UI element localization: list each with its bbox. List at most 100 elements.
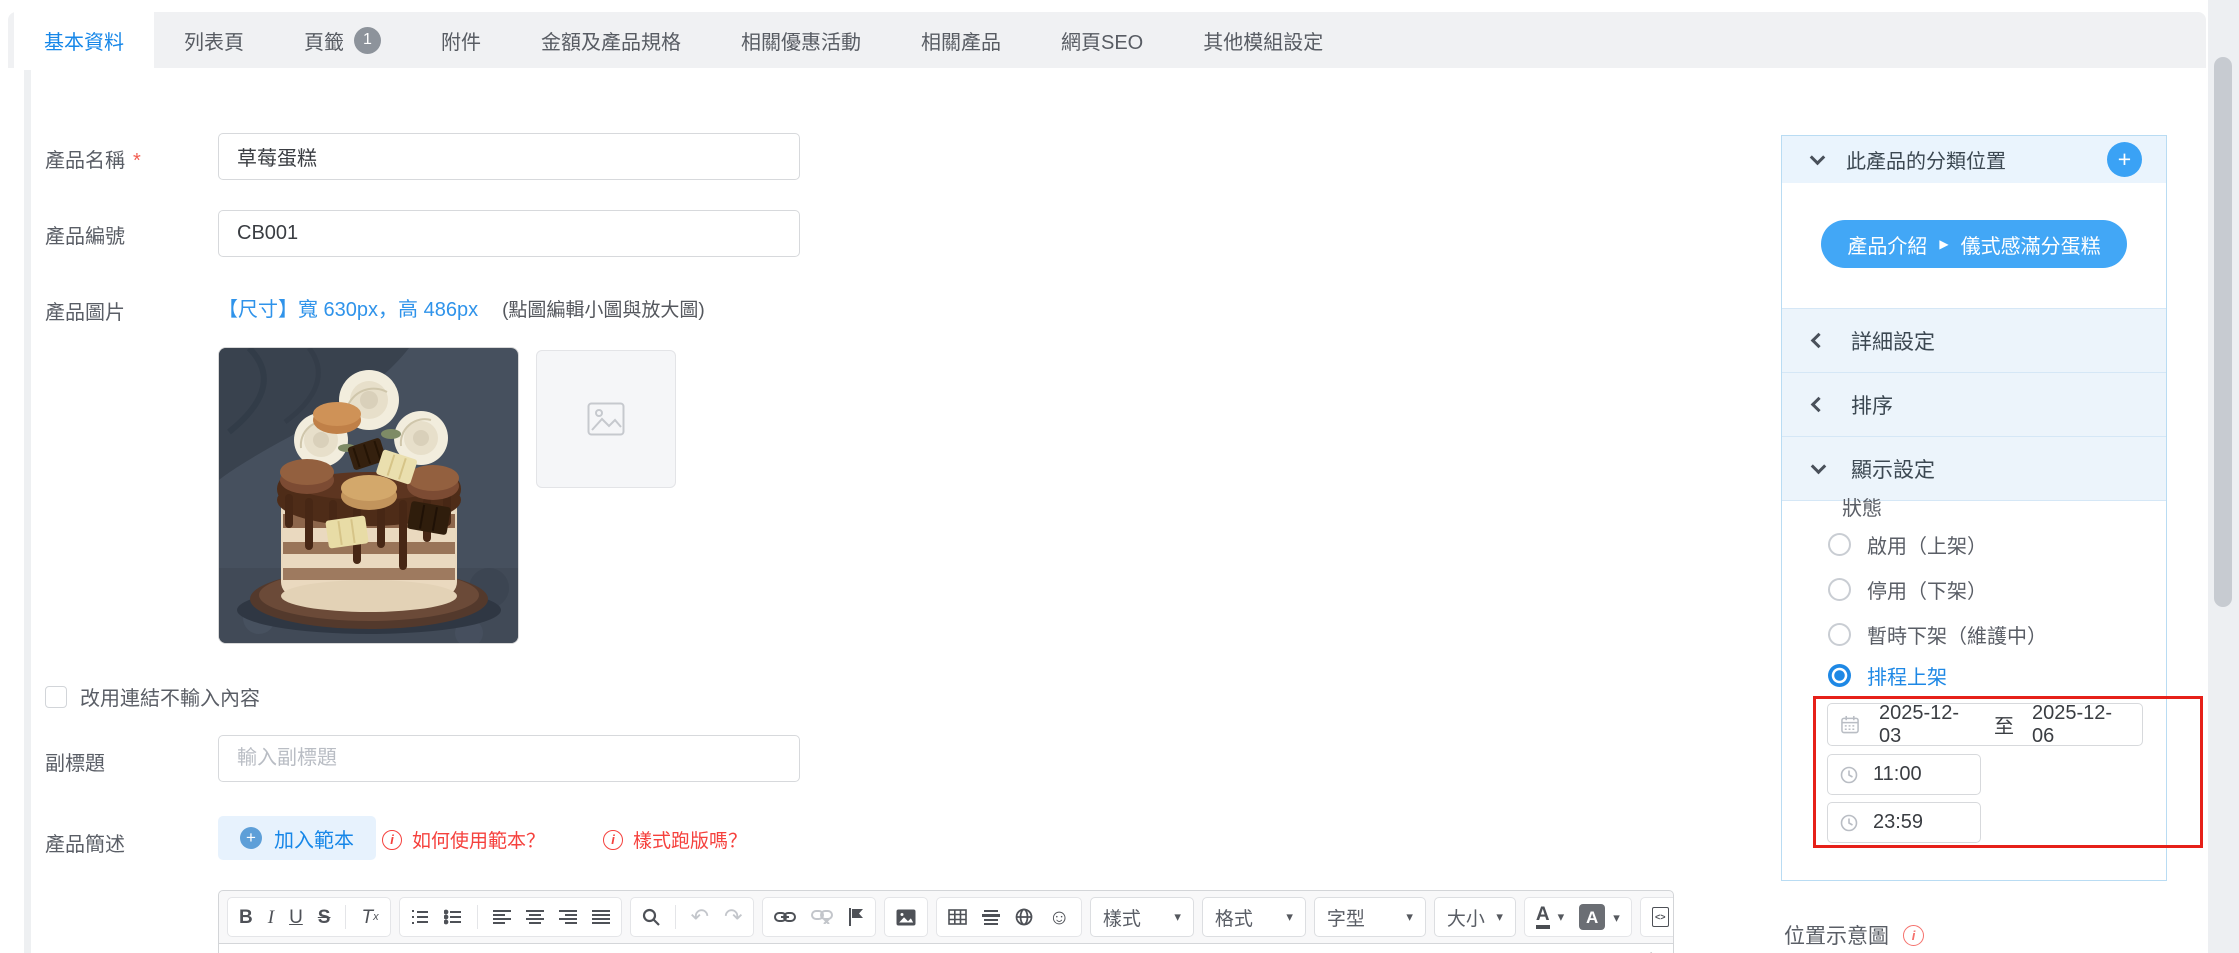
font-size-dropdown[interactable]: 大小 ▾ bbox=[1433, 897, 1516, 937]
source-group: <> 原始碼 bbox=[1639, 897, 1673, 937]
paragraph-format-dropdown[interactable]: 格式 ▾ bbox=[1201, 897, 1306, 937]
caret-down-icon: ▾ bbox=[1496, 909, 1503, 924]
tab-seo[interactable]: 網頁SEO bbox=[1031, 12, 1173, 68]
styles-dropdown[interactable]: 樣式 ▾ bbox=[1089, 897, 1194, 937]
align-right-icon[interactable] bbox=[558, 909, 577, 925]
page-scrollbar-track[interactable] bbox=[2208, 0, 2239, 953]
align-center-icon[interactable] bbox=[525, 909, 544, 925]
underline-button[interactable]: U bbox=[289, 908, 303, 927]
insert-group: ☺ bbox=[936, 897, 1082, 937]
chevron-down-icon bbox=[1809, 149, 1826, 165]
font-dropdown[interactable]: 字型 ▾ bbox=[1313, 897, 1426, 937]
image-group bbox=[884, 897, 929, 937]
radio-unselected-icon[interactable] bbox=[1828, 623, 1851, 646]
tab-basic-info[interactable]: 基本資料 bbox=[14, 12, 154, 68]
position-map-hint: 位置示意圖 i bbox=[1784, 920, 1924, 950]
iframe-globe-icon[interactable] bbox=[1015, 908, 1033, 926]
template-help-link[interactable]: i 如何使用範本？ bbox=[382, 826, 545, 853]
image-size-hint-row: 【尺寸】寬 630px，高 486px (點圖編輯小圖與放大圖) bbox=[218, 293, 705, 322]
toolbar-separator bbox=[674, 905, 676, 929]
align-left-icon[interactable] bbox=[492, 909, 511, 925]
tab-related-promos[interactable]: 相關優惠活動 bbox=[711, 12, 891, 68]
schedule-highlight-box: 2025-12-03 至 2025-12-06 11:00 23:59 bbox=[1813, 696, 2203, 848]
italic-button[interactable]: I bbox=[268, 908, 274, 927]
radio-unselected-icon[interactable] bbox=[1828, 578, 1851, 601]
use-link-checkbox[interactable] bbox=[45, 685, 67, 708]
image-placeholder-icon bbox=[587, 402, 625, 436]
calendar-icon bbox=[1841, 715, 1859, 734]
undo-icon[interactable]: ↶ bbox=[691, 906, 709, 928]
radio-unselected-icon[interactable] bbox=[1828, 533, 1851, 556]
text-color-button[interactable]: A ▾ bbox=[1535, 904, 1564, 930]
style-broken-help-link[interactable]: i 樣式跑版嗎？ bbox=[603, 826, 747, 853]
product-image-placeholder[interactable] bbox=[536, 350, 676, 488]
schedule-start-time-input[interactable]: 11:00 bbox=[1827, 754, 1981, 795]
use-link-checkbox-label: 改用連結不輸入內容 bbox=[80, 688, 260, 710]
source-code-button[interactable]: <> 原始碼 bbox=[1651, 907, 1673, 927]
editor-scroll-up-icon[interactable]: ▲ bbox=[1645, 948, 1657, 953]
anchor-flag-icon[interactable] bbox=[848, 908, 864, 926]
link-icon[interactable] bbox=[774, 911, 797, 923]
tab-list-page[interactable]: 列表頁 bbox=[154, 12, 274, 68]
tab-page-tabs[interactable]: 頁籤 1 bbox=[274, 12, 411, 68]
chevron-left-icon bbox=[1810, 332, 1827, 349]
product-name-input[interactable] bbox=[218, 133, 800, 180]
add-template-button[interactable]: + 加入範本 bbox=[218, 816, 376, 860]
background-color-button[interactable]: A ▾ bbox=[1579, 904, 1620, 930]
product-code-input[interactable] bbox=[218, 210, 800, 257]
schedule-date-range-input[interactable]: 2025-12-03 至 2025-12-06 bbox=[1827, 701, 2143, 747]
product-edit-page: 基本資料 列表頁 頁籤 1 附件 金額及產品規格 相關優惠活動 相關產品 網頁S… bbox=[0, 0, 2239, 953]
category-breadcrumb-pill[interactable]: 產品介紹 ▶ 儀式感滿分蛋糕 bbox=[1821, 220, 2127, 268]
redo-icon[interactable]: ↷ bbox=[724, 906, 742, 928]
subtitle-label: 副標題 bbox=[45, 753, 105, 775]
add-category-button[interactable]: + bbox=[2107, 142, 2142, 177]
smiley-icon[interactable]: ☺ bbox=[1048, 907, 1069, 928]
toolbar-separator bbox=[345, 905, 347, 929]
schedule-end-date: 2025-12-06 bbox=[2032, 701, 2113, 747]
unlink-icon[interactable] bbox=[811, 910, 834, 924]
color-group: A ▾ A ▾ bbox=[1523, 897, 1632, 937]
tab-price-specs[interactable]: 金額及產品規格 bbox=[511, 12, 711, 68]
subtitle-input[interactable] bbox=[218, 735, 800, 782]
category-panel-header[interactable]: 此產品的分類位置 + bbox=[1782, 136, 2166, 183]
status-option-disabled[interactable]: 停用（下架） bbox=[1828, 575, 1987, 604]
image-size-note: (點圖編輯小圖與放大圖) bbox=[502, 300, 705, 321]
schedule-end-time-input[interactable]: 23:59 bbox=[1827, 802, 1981, 843]
editor-content-area[interactable]: ▲ bbox=[219, 943, 1673, 953]
align-justify-icon[interactable] bbox=[591, 909, 610, 925]
caret-down-icon: ▾ bbox=[1286, 909, 1293, 924]
product-main-image[interactable] bbox=[218, 347, 519, 644]
tab-attachments[interactable]: 附件 bbox=[411, 12, 511, 68]
description-richtext-editor: B I U S Tx ↶ ↷ ☺ 樣式 ▾ 格式 ▾ 字型 ▾ 大小 ▾ A ▾… bbox=[218, 890, 1674, 953]
caret-down-icon: ▾ bbox=[1174, 909, 1181, 924]
tab-count-badge: 1 bbox=[354, 26, 381, 54]
status-option-enabled[interactable]: 啟用（上架） bbox=[1828, 530, 1987, 559]
info-icon[interactable]: i bbox=[1903, 924, 1924, 946]
editor-toolbar: B I U S Tx ↶ ↷ ☺ 樣式 ▾ 格式 ▾ 字型 ▾ 大小 ▾ A ▾… bbox=[219, 891, 1673, 943]
bold-button[interactable]: B bbox=[239, 908, 253, 927]
radio-selected-icon[interactable] bbox=[1828, 664, 1851, 687]
insert-image-icon[interactable] bbox=[896, 909, 916, 926]
tab-other-modules[interactable]: 其他模組設定 bbox=[1173, 12, 1353, 68]
horizontal-rule-icon[interactable] bbox=[982, 909, 1001, 925]
section-sort-order[interactable]: 排序 bbox=[1782, 373, 2166, 437]
status-option-scheduled[interactable]: 排程上架 bbox=[1828, 661, 1947, 690]
section-detail-settings[interactable]: 詳細設定 bbox=[1782, 309, 2166, 373]
clock-icon bbox=[1840, 814, 1858, 831]
search-icon[interactable] bbox=[642, 908, 660, 926]
schedule-start-date: 2025-12-03 bbox=[1879, 701, 1960, 747]
tab-related-products[interactable]: 相關產品 bbox=[891, 12, 1031, 68]
schedule-start-time: 11:00 bbox=[1873, 763, 1922, 785]
description-label: 產品簡述 bbox=[45, 834, 125, 856]
status-option-maintenance[interactable]: 暫時下架（維護中） bbox=[1828, 620, 2047, 649]
tab-bar: 基本資料 列表頁 頁籤 1 附件 金額及產品規格 相關優惠活動 相關產品 網頁S… bbox=[8, 12, 2206, 68]
strikethrough-button[interactable]: S bbox=[318, 908, 331, 927]
page-scrollbar-thumb[interactable] bbox=[2214, 57, 2232, 607]
format-group: B I U S Tx bbox=[227, 897, 391, 937]
ordered-list-icon[interactable] bbox=[411, 909, 429, 925]
remove-format-button[interactable]: Tx bbox=[361, 908, 378, 927]
clock-icon bbox=[1840, 766, 1858, 783]
bullet-list-icon[interactable] bbox=[443, 909, 462, 925]
section-display-settings[interactable]: 顯示設定 bbox=[1782, 437, 2166, 501]
table-icon[interactable] bbox=[948, 909, 968, 925]
